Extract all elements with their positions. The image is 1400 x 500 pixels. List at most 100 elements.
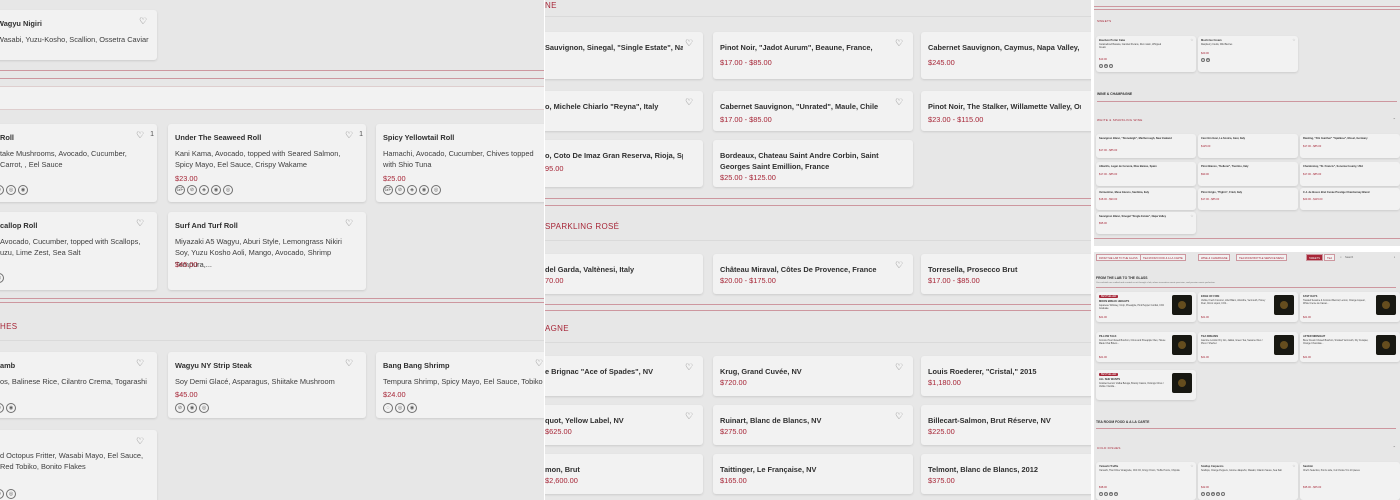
wine-card[interactable]: Vermentino, Mesa Giunco, Sardinia, Italy… (1096, 188, 1196, 210)
wine-card[interactable]: Bordeaux, Chateau Saint Andre Corbin, Sa… (713, 140, 913, 187)
section-title[interactable]: WHITE & SPARKLING WINE (1097, 118, 1143, 122)
wine-card[interactable]: Sauvignon, Sinegal, "Single Estate", Nap… (545, 32, 703, 79)
heart-icon[interactable]: ♡ (344, 130, 354, 140)
heart-icon[interactable]: ♡ (894, 97, 904, 107)
wine-card[interactable]: quot, Yellow Label, NV $625.00 ♡ (545, 405, 703, 445)
wine-card[interactable]: o, Michele Chiarlo "Reyna", Italy ♡ (545, 91, 703, 131)
wine-card[interactable]: Louis Roederer, "Cristal," 2015 $1,180.0… (921, 356, 1091, 396)
menu-card[interactable]: Bang Bang Shrimp Tempura Shrimp, Spicy M… (376, 352, 544, 418)
wine-card[interactable]: Sauvignon Blanc, Sinegal "Single Estate"… (1096, 212, 1196, 234)
heart-icon[interactable]: ♡ (135, 358, 145, 368)
menu-card[interactable]: Bourbon Porter Cake Caramelized Banana, … (1096, 36, 1196, 72)
heart-icon[interactable]: ♡ (684, 97, 694, 107)
chevron-up-icon[interactable]: ⌃ (1393, 445, 1396, 450)
heart-icon[interactable]: ♡ (1190, 38, 1194, 42)
menu-card-top[interactable]: Wagyu Nigiri Wasabi, Yuzu-Kosho, Scallio… (0, 10, 157, 60)
menu-card[interactable]: callop Roll Avocado, Cucumber, topped wi… (0, 212, 157, 290)
menu-card[interactable]: Wagyu NY Strip Steak Soy Demi Glacé, Asp… (168, 352, 366, 418)
wine-card[interactable]: Cabernet Sauvignon, Caymus, Napa Valley,… (921, 32, 1091, 79)
heart-icon[interactable]: ♡ (534, 358, 544, 368)
search-label[interactable]: Search (1345, 254, 1353, 261)
wine-card[interactable]: Telmont, Blanc de Blancs, 2012 $375.00 (921, 454, 1091, 494)
wine-card[interactable]: C.J. de Bosco Brut Cuvée Prestige Chardo… (1300, 188, 1400, 210)
drink-card[interactable]: AFTER MIDNIGHT Brew Cream Infused Bourbo… (1300, 332, 1400, 362)
menu-card[interactable]: Under The Seaweed Roll Kani Kama, Avocad… (168, 124, 366, 202)
wine-card[interactable]: mon, Brut $2,600.00 (545, 454, 703, 494)
wine-card[interactable]: del Garda, Valtènesi, Italy 70.00 (545, 254, 703, 294)
nav-tab-tea[interactable]: TEA (1324, 254, 1336, 261)
heart-icon[interactable]: ♡ (894, 260, 904, 270)
wine-card[interactable]: Pinot Noir, "Jadot Aurum", Beaune, Franc… (713, 32, 913, 79)
heart-icon[interactable]: ♡ (894, 411, 904, 421)
heart-icon[interactable]: ♡ (1292, 38, 1296, 42)
card-desc: Avocado, Cucumber, topped with Scallops,… (0, 237, 141, 258)
drink-card[interactable]: PILLOW TALK Coconut Tea Infused Bourbon,… (1096, 332, 1196, 362)
nav-tab-lab[interactable]: FROM THE LAB TO THE GLASS (1096, 254, 1141, 261)
drink-card[interactable]: TEA DREAMS Jasmine London Dry Gin, Jakka… (1198, 332, 1298, 362)
menu-card[interactable]: Mochi Ice Cream Raspberry Coulis, Wild B… (1198, 36, 1298, 72)
nav-tab-bottle[interactable]: TEA ROOM BOTTLE SERVICE MENU (1236, 254, 1287, 261)
wine-card[interactable]: Sauvignon Blanc, "Stoneleigh", Marlborou… (1096, 134, 1196, 158)
section-title[interactable]: SPARKLING ROSÉ (545, 222, 619, 231)
wine-card[interactable]: Riesling, "Fitz Gunther" "Spätlese", Mos… (1300, 134, 1400, 158)
subsection-header[interactable] (0, 86, 544, 110)
heart-icon[interactable]: ♡ (135, 218, 145, 228)
wine-card[interactable]: Torresella, Prosecco Brut $17.00 - $85.0… (921, 254, 1091, 294)
heart-icon[interactable]: ♡ (894, 38, 904, 48)
heart-icon[interactable]: ♡ (344, 358, 354, 368)
cart-icon[interactable]: ▪ (1394, 254, 1395, 261)
heart-icon[interactable]: ♡ (138, 16, 148, 26)
divider (1094, 6, 1400, 7)
wine-card[interactable]: Ruinart, Blanc de Blancs, NV $275.00 ♡ (713, 405, 913, 445)
drink-card[interactable]: EDGE OF FIRE Vodka, Fresh Coconut, Lille… (1198, 292, 1298, 322)
heart-icon[interactable]: ♡ (684, 411, 694, 421)
menu-card[interactable]: d Octopus Fritter, Wasabi Mayo, Eel Sauc… (0, 430, 157, 500)
wine-card[interactable]: Chardonnay, "St. Francis", Sonoma County… (1300, 162, 1400, 186)
diet-icon: ◉ (407, 403, 417, 413)
chevron-up-icon[interactable]: ⌃ (1393, 117, 1396, 122)
wine-card[interactable]: Château Miraval, Côtes De Provence, Fran… (713, 254, 913, 294)
heart-icon[interactable]: ♡ (344, 218, 354, 228)
menu-card[interactable]: Roll take Mushrooms, Avocado, Cucumber, … (0, 124, 157, 202)
section-title[interactable]: AGNE (545, 324, 569, 333)
drink-card[interactable]: BESTSELLER ALL SHE WANTS Cookied Lemon V… (1096, 370, 1196, 400)
search-icon[interactable]: ⌕ (1340, 254, 1342, 261)
wine-card[interactable]: Pinot Bianco, "Kellerei", Trentino, Ital… (1198, 162, 1298, 186)
wine-card[interactable]: Pinot Noir, The Stalker, Willamette Vall… (921, 91, 1091, 131)
nav-tab-wine[interactable]: WINE & CHAMPAGNE (1198, 254, 1231, 261)
heart-icon[interactable]: ♡ (1190, 214, 1194, 218)
wine-card[interactable]: Albariño, Lagar de Cervera, Rías Baixas,… (1096, 162, 1196, 186)
nav-tab-food[interactable]: TEA ROOM FOOD & A LA CARTE (1140, 254, 1186, 261)
diet-icon: ◈ (407, 185, 417, 195)
heart-icon[interactable]: ♡ (135, 436, 145, 446)
heart-icon[interactable]: ♡ (135, 130, 145, 140)
wine-card[interactable]: o, Coto De Imaz Gran Reserva, Rioja, Spa… (545, 140, 703, 187)
heart-icon[interactable]: ♡ (1292, 464, 1296, 468)
section-title[interactable]: COLD DISHES (1097, 446, 1121, 450)
wine-card[interactable]: e Brignac "Ace of Spades", NV ♡ (545, 356, 703, 396)
wine-card[interactable]: Krug, Grand Cuvée, NV $720.00 ♡ (713, 356, 913, 396)
heart-icon[interactable]: ♡ (894, 362, 904, 372)
wine-card[interactable]: Billecart-Salmon, Brut Réserve, NV $225.… (921, 405, 1091, 445)
drink-card[interactable]: FAST DAYS Toasted Sesame & Coconut Mezca… (1300, 292, 1400, 322)
nav-tab-sweets[interactable]: SWEETS (1306, 254, 1323, 261)
menu-card[interactable]: Surf And Turf Roll Miyazaki A5 Wagyu, Ab… (168, 212, 366, 290)
wine-card[interactable]: Cavi Gin Gavi, La Scolca, Gavi, Italy $1… (1198, 134, 1298, 158)
menu-card[interactable]: Sashimi Chef's Selection, Ponzu side, Cu… (1300, 462, 1400, 500)
menu-card[interactable]: Spicy Yellowtail Roll Hamachi, Avocado, … (376, 124, 544, 202)
wine-price: $17.00 - $85.00 (720, 58, 772, 67)
section-title[interactable]: HES (0, 322, 17, 331)
menu-card[interactable]: Scallop Carpaccio Scallops, Orange Peppe… (1198, 462, 1298, 500)
section-title[interactable]: NE (545, 1, 557, 10)
section-title[interactable]: SWEETS (1097, 19, 1111, 23)
drink-card[interactable]: BESTSELLER MOON BREAK HEIGHTS Japanese W… (1096, 292, 1196, 322)
heart-icon[interactable]: ♡ (1190, 464, 1194, 468)
menu-card[interactable]: amb os, Balinese Rice, Cilantro Crema, T… (0, 352, 157, 418)
wine-card[interactable]: Taittinger, Le Française, NV $165.00 (713, 454, 913, 494)
wine-price: $23.00 - $115.00 (928, 115, 984, 124)
wine-card[interactable]: Pinot Grigio, "Pighin", Friuli, Italy $1… (1198, 188, 1298, 210)
heart-icon[interactable]: ♡ (684, 362, 694, 372)
menu-card[interactable]: Yamashi Truffle Yamashi, Thai Chive Vina… (1096, 462, 1196, 500)
heart-icon[interactable]: ♡ (684, 38, 694, 48)
wine-card[interactable]: Cabernet Sauvignon, "Unrated", Maule, Ch… (713, 91, 913, 131)
